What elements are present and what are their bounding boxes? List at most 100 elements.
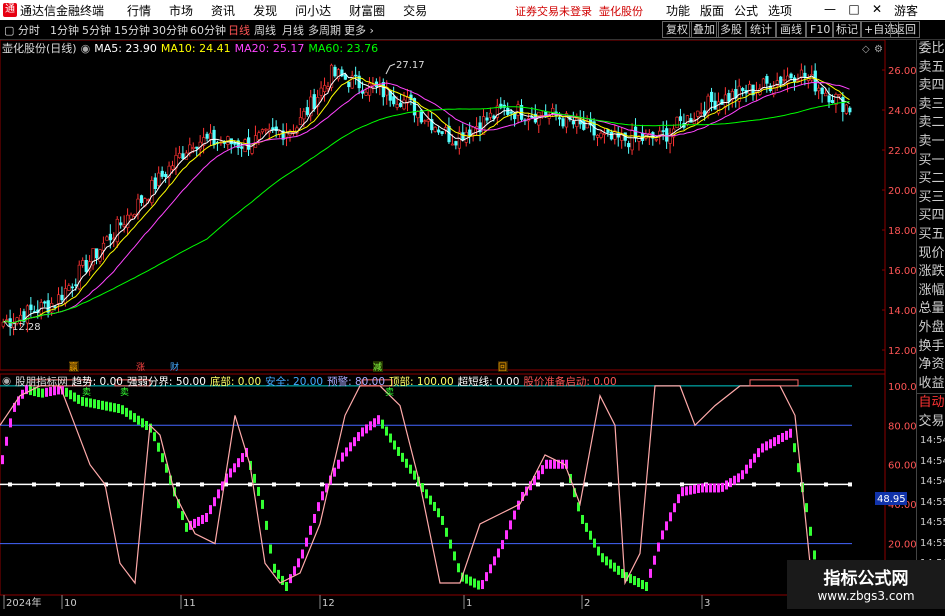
price-tick: 16.00 (888, 266, 916, 277)
sidebar-item[interactable]: 卖二 (917, 114, 945, 133)
sidebar-item[interactable]: 净资 (917, 356, 945, 375)
candle-body (392, 96, 396, 105)
osc-rise-bar (229, 468, 232, 478)
kline-chart[interactable]: 26.00 24.00 22.00 20.00 18.00 16.00 14.00 12.00… (0, 40, 916, 609)
candle-body (841, 97, 845, 112)
candle-body (250, 145, 254, 154)
sidebar-item[interactable]: 买三 (917, 189, 945, 208)
candle-body (326, 86, 330, 89)
sell-signal-label: 卖 (120, 387, 129, 398)
sidebar-trade[interactable]: 交易 (917, 413, 945, 432)
osc-fall-bar (81, 396, 84, 406)
sidebar-item[interactable]: 买五 (917, 226, 945, 245)
osc-fall-bar (261, 499, 264, 509)
chevron-right-icon: › (369, 24, 374, 37)
minimize-icon[interactable]: — (822, 1, 838, 17)
osc-rise-bar (205, 513, 208, 522)
menu-discover[interactable]: 发现 (253, 2, 277, 19)
launch-value: 股价准备启动: 0.00 (523, 375, 617, 388)
osc-fall-bar (253, 473, 256, 483)
sidebar-item[interactable]: 委比 (917, 40, 945, 59)
date-tick: 2024年 (6, 596, 41, 609)
draw-line-button[interactable]: 画线 (776, 21, 806, 38)
candles-group (1, 63, 852, 336)
login-status-text[interactable]: 证券交易未登录 (515, 5, 592, 18)
sidebar-item[interactable]: 卖一 (917, 133, 945, 152)
sidebar-item[interactable]: 外盘 (917, 319, 945, 338)
candle-body (516, 104, 520, 116)
sidebar-item[interactable]: 涨幅 (917, 282, 945, 301)
osc-rise-bar (705, 483, 708, 493)
multi-stock-button[interactable]: 多股 (716, 21, 746, 38)
candle-body (333, 66, 337, 77)
menu-quotes[interactable]: 行情 (127, 2, 151, 19)
maximize-icon[interactable]: □ (846, 1, 862, 17)
candle-body (710, 91, 714, 103)
menu-formula[interactable]: 公式 (734, 2, 758, 19)
tab-daily[interactable]: 日线 (228, 22, 250, 38)
sidebar-auto[interactable]: 自动 (917, 393, 945, 413)
guest-label[interactable]: 游客 (894, 2, 918, 19)
sidebar-item[interactable]: 换手 (917, 338, 945, 357)
level-strong-dot (464, 482, 468, 487)
price-axis: 26.00 24.00 22.00 20.00 18.00 16.00 14.00 12.00 (882, 66, 916, 357)
sidebar-item[interactable]: 买一 (917, 152, 945, 171)
trade-time: 14:55 (920, 496, 945, 508)
osc-fall-bar (597, 546, 600, 556)
price-tick: 22.00 (888, 146, 916, 157)
sidebar-item[interactable]: 现价 (917, 245, 945, 264)
menu-trade[interactable]: 交易 (403, 2, 427, 19)
tab-monthly[interactable]: 月线 (282, 22, 304, 38)
osc-rise-bar (733, 475, 736, 485)
menu-wealth[interactable]: 财富圈 (349, 2, 385, 19)
osc-fall-bar (453, 551, 456, 561)
sidebar-item[interactable]: 买四 (917, 207, 945, 226)
tab-1min[interactable]: 1分钟 (50, 22, 79, 38)
sidebar-item[interactable]: 收益 (917, 375, 945, 394)
sidebar-item[interactable]: 卖四 (917, 77, 945, 96)
candle-body (115, 218, 119, 243)
menu-options[interactable]: 选项 (768, 2, 792, 19)
menu-market[interactable]: 市场 (169, 2, 193, 19)
indicator-name[interactable]: 股朋指标网 (15, 374, 68, 389)
mark-button[interactable]: 标记 (832, 21, 862, 38)
osc-fall-bar (269, 544, 272, 554)
sidebar-item[interactable]: 卖三 (917, 96, 945, 115)
osc-fall-bar (633, 576, 636, 586)
level-strong-dot (848, 482, 852, 487)
tab-30min[interactable]: 30分钟 (152, 22, 188, 38)
candle-body (105, 236, 109, 241)
f10-button[interactable]: F10 (806, 21, 835, 38)
tab-60min[interactable]: 60分钟 (190, 22, 226, 38)
tab-minute-chart[interactable]: ▢ 分时 (4, 22, 40, 38)
adjust-button[interactable]: 复权 (662, 21, 692, 38)
sidebar-item[interactable]: 涨跌 (917, 263, 945, 282)
menu-function[interactable]: 功能 (666, 2, 690, 19)
zoom-diamond-icon[interactable]: ◇ (862, 44, 870, 55)
sidebar-item[interactable]: 总量 (917, 300, 945, 319)
tab-more[interactable]: 更多 › (344, 22, 374, 38)
close-icon[interactable]: ✕ (869, 1, 885, 17)
back-button[interactable]: 返回 (890, 21, 920, 38)
menu-layout[interactable]: 版面 (700, 2, 724, 19)
osc-rise-bar (717, 483, 720, 493)
settings-gear-icon[interactable]: ⚙ (874, 44, 883, 55)
tab-multi-period[interactable]: 多周期 (308, 22, 341, 38)
candle-body (253, 135, 258, 148)
stats-button[interactable]: 统计 (746, 21, 776, 38)
tab-15min[interactable]: 15分钟 (114, 22, 150, 38)
tab-weekly[interactable]: 周线 (254, 22, 276, 38)
sidebar-item[interactable]: 卖五 (917, 59, 945, 78)
tab-5min[interactable]: 5分钟 (82, 22, 111, 38)
sidebar-item[interactable]: 买二 (917, 170, 945, 189)
menu-news[interactable]: 资讯 (211, 2, 235, 19)
candle-body (63, 288, 68, 304)
osc-fall-bar (457, 563, 460, 573)
indicator-settings-icon[interactable]: ◉ (2, 375, 11, 387)
osc-fall-bar (141, 418, 144, 428)
overlay-button[interactable]: 叠加 (689, 21, 719, 38)
candle-body (596, 134, 600, 138)
candle-body (108, 233, 113, 241)
osc-fall-bar (433, 501, 436, 511)
menu-ask[interactable]: 问小达 (295, 2, 331, 19)
